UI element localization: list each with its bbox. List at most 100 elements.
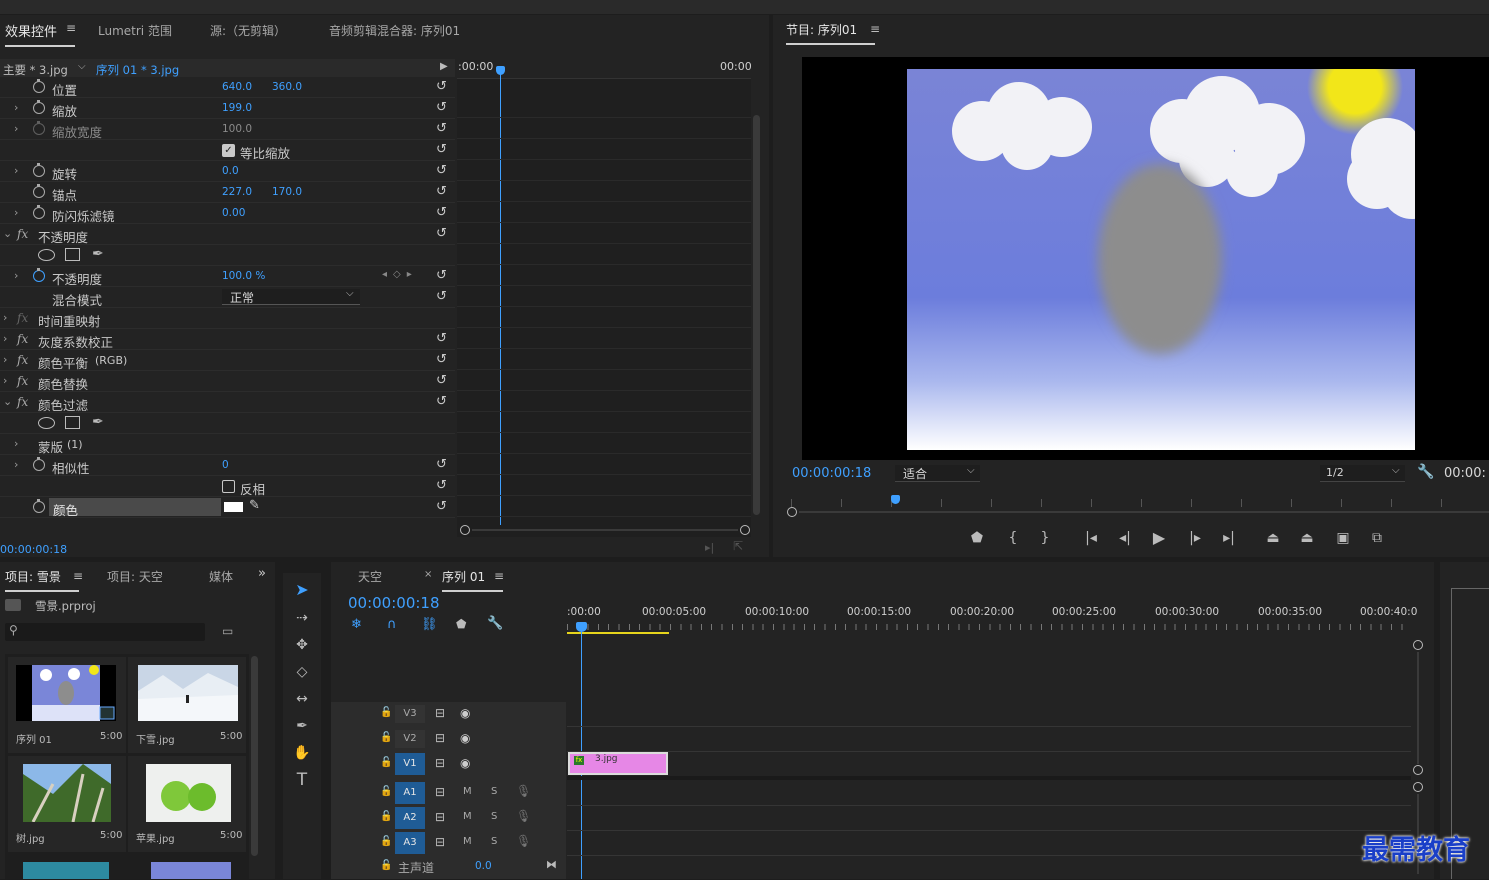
mic-icon[interactable]: 🎙 bbox=[516, 784, 531, 798]
chevron-right-icon[interactable]: › bbox=[14, 164, 18, 177]
step-back-icon[interactable]: ◂| bbox=[1111, 527, 1139, 549]
new-bin-icon[interactable]: ▭ bbox=[222, 624, 233, 638]
reset-icon[interactable]: ↺ bbox=[436, 79, 447, 94]
tab-audio-clip-mixer[interactable]: 音频剪辑混合器: 序列01 bbox=[329, 22, 460, 39]
chevron-right-icon[interactable]: › bbox=[14, 458, 18, 471]
chevron-right-icon[interactable]: › bbox=[14, 122, 18, 135]
tab-project-sky[interactable]: 项目: 天空 bbox=[107, 568, 163, 585]
play-icon[interactable]: ▶ bbox=[1145, 527, 1173, 549]
reset-icon[interactable]: ↺ bbox=[436, 205, 447, 220]
stopwatch-icon[interactable] bbox=[33, 79, 45, 93]
lock-icon[interactable]: 🔓 bbox=[380, 860, 392, 871]
sync-lock-icon[interactable]: ⊟ bbox=[435, 835, 445, 849]
snap-icon[interactable]: ∩ bbox=[387, 617, 397, 632]
lock-icon[interactable]: 🔓 bbox=[380, 757, 392, 768]
lock-icon[interactable]: 🔓 bbox=[380, 786, 392, 797]
panel-menu-icon[interactable]: ≡ bbox=[870, 22, 880, 36]
color-swatch[interactable] bbox=[224, 502, 243, 512]
track-target[interactable]: V3 bbox=[395, 705, 425, 723]
pen-mask-icon[interactable]: ✒ bbox=[92, 414, 104, 430]
stopwatch-icon[interactable] bbox=[33, 121, 45, 135]
lock-icon[interactable]: 🔓 bbox=[380, 732, 392, 743]
add-marker-icon[interactable]: ⬟ bbox=[963, 527, 991, 549]
type-tool-icon[interactable]: T bbox=[288, 769, 316, 791]
ellipse-mask-icon[interactable] bbox=[38, 249, 55, 261]
go-to-in-icon[interactable]: |◂ bbox=[1077, 527, 1105, 549]
go-to-out-icon[interactable]: ▸| bbox=[1215, 527, 1243, 549]
monitor-canvas[interactable] bbox=[802, 57, 1489, 460]
mute-button[interactable]: M bbox=[463, 836, 472, 847]
reset-icon[interactable]: ↺ bbox=[436, 142, 447, 157]
project-item[interactable]: 序列 01 5:00 bbox=[8, 657, 126, 753]
timeline-timecode[interactable]: 00:00:00:18 bbox=[348, 594, 440, 612]
compare-icon[interactable]: ⧉ bbox=[1363, 527, 1391, 549]
fx-icon[interactable]: fx bbox=[17, 395, 28, 409]
camera-icon[interactable]: ▣ bbox=[1329, 527, 1357, 549]
mic-icon[interactable]: 🎙 bbox=[516, 809, 531, 823]
fx-icon[interactable]: fx bbox=[17, 332, 28, 346]
step-forward-icon[interactable]: |▸ bbox=[1181, 527, 1209, 549]
solo-button[interactable]: S bbox=[491, 811, 497, 822]
program-monitor-title[interactable]: 节目: 序列01 bbox=[786, 21, 876, 45]
mute-button[interactable]: M bbox=[463, 811, 472, 822]
reset-icon[interactable]: ↺ bbox=[436, 268, 447, 283]
chevron-right-icon[interactable]: › bbox=[3, 374, 7, 387]
tab-sky-sequence[interactable]: 天空 bbox=[358, 568, 382, 585]
ec-zoom-bar[interactable] bbox=[460, 525, 750, 535]
extract-icon[interactable]: ⏏ bbox=[1293, 527, 1321, 549]
value-field[interactable]: 100.0 % bbox=[222, 270, 265, 282]
razor-icon[interactable]: ◇ bbox=[288, 661, 316, 683]
blend-mode-dropdown[interactable]: 正常 ⌵ bbox=[222, 288, 360, 305]
mark-out-icon[interactable]: } bbox=[1031, 527, 1059, 549]
ec-vertical-scrollbar[interactable] bbox=[753, 115, 760, 515]
program-scrub-bar[interactable] bbox=[787, 495, 1489, 517]
value-field[interactable]: 0 bbox=[222, 459, 229, 471]
solo-button[interactable]: S bbox=[491, 786, 497, 797]
track-target[interactable]: V2 bbox=[395, 730, 425, 748]
timeline-ruler[interactable]: :00:00 00:00:05:00 00:00:10:00 00:00:15:… bbox=[567, 602, 1417, 634]
clip-3-jpg[interactable]: fx 3.jpg bbox=[568, 752, 668, 775]
reset-icon[interactable]: ↺ bbox=[436, 478, 447, 493]
reset-icon[interactable]: ↺ bbox=[436, 331, 447, 346]
eye-icon[interactable]: ◉ bbox=[460, 756, 470, 770]
go-to-end-icon[interactable]: ⧓ bbox=[546, 858, 557, 871]
reset-icon[interactable]: ↺ bbox=[436, 184, 447, 199]
value-field[interactable]: 170.0 bbox=[272, 186, 302, 198]
close-icon[interactable]: × bbox=[424, 569, 432, 580]
program-timecode[interactable]: 00:00:00:18 bbox=[792, 466, 871, 481]
pen-icon[interactable]: ✒ bbox=[288, 715, 316, 737]
reset-icon[interactable]: ↺ bbox=[436, 163, 447, 178]
chevron-right-icon[interactable]: › bbox=[14, 437, 18, 450]
reset-icon[interactable]: ↺ bbox=[436, 100, 447, 115]
chevron-right-icon[interactable]: › bbox=[14, 206, 18, 219]
chevron-right-icon[interactable]: › bbox=[14, 269, 18, 282]
stopwatch-icon[interactable] bbox=[33, 184, 45, 198]
project-item[interactable]: 树.jpg 5:00 bbox=[8, 756, 126, 852]
fx-icon[interactable]: fx bbox=[17, 353, 28, 367]
quality-dropdown[interactable]: 1/2 ⌵ bbox=[1320, 465, 1405, 482]
tab-sequence-01[interactable]: 序列 01 bbox=[442, 568, 504, 592]
tab-lumetri-scopes[interactable]: Lumetri 范围 bbox=[98, 22, 172, 39]
mic-icon[interactable]: 🎙 bbox=[516, 834, 531, 848]
reset-icon[interactable]: ↺ bbox=[436, 289, 447, 304]
keyframe-nav-icon[interactable]: ◂◇▸ bbox=[382, 269, 418, 280]
track-target[interactable]: A1 bbox=[395, 782, 425, 804]
reset-icon[interactable]: ↺ bbox=[436, 373, 447, 388]
reset-icon[interactable]: ↺ bbox=[436, 352, 447, 367]
wrench-icon[interactable]: 🔧 bbox=[1417, 464, 1434, 480]
fit-dropdown[interactable]: 适合 ⌵ bbox=[895, 465, 980, 482]
fx-icon[interactable]: fx bbox=[17, 227, 28, 241]
stopwatch-icon[interactable] bbox=[33, 457, 45, 471]
invert-checkbox[interactable] bbox=[222, 480, 235, 493]
ripple-edit-icon[interactable]: ✥ bbox=[288, 634, 316, 656]
track-target[interactable]: V1 bbox=[395, 753, 425, 775]
chevron-down-icon[interactable]: ⌵ bbox=[78, 61, 86, 72]
chevron-right-icon[interactable]: › bbox=[3, 353, 7, 366]
track-select-icon[interactable]: ⇢ bbox=[288, 607, 316, 629]
value-field[interactable]: 640.0 bbox=[222, 81, 252, 93]
slip-icon[interactable]: ↔ bbox=[288, 688, 316, 710]
stopwatch-icon[interactable] bbox=[33, 205, 45, 219]
sync-lock-icon[interactable]: ⊟ bbox=[435, 731, 445, 745]
value-field[interactable]: 0.0 bbox=[222, 165, 239, 177]
reset-icon[interactable]: ↺ bbox=[436, 457, 447, 472]
